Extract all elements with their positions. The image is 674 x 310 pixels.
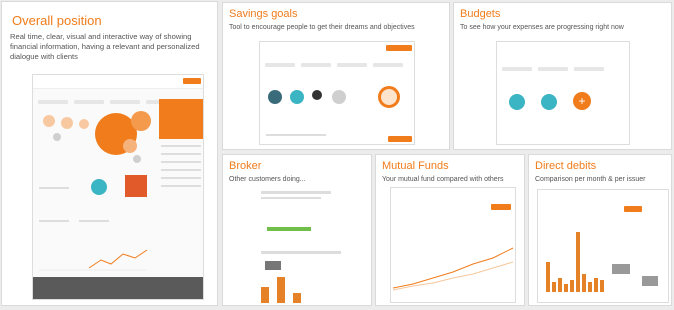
- goal-progress-ring: [378, 86, 400, 108]
- overall-position-description: Real time, clear, visual and interactive…: [10, 32, 200, 61]
- budgets-subtitle: To see how your expenses are progressing…: [460, 24, 624, 31]
- overall-position-title: Overall position: [12, 13, 102, 28]
- savings-goals-title: Savings goals: [229, 8, 298, 20]
- budgets-card[interactable]: Budgets To see how your expenses are pro…: [453, 2, 672, 150]
- goal-icon-1: [268, 90, 282, 104]
- direct-debits-title: Direct debits: [535, 160, 597, 172]
- budgets-title: Budgets: [460, 8, 501, 20]
- goal-icon-2: [290, 90, 304, 104]
- broker-card[interactable]: Broker Other customers doing...: [222, 154, 372, 306]
- fund-comparison-chart: [393, 247, 514, 291]
- savings-goals-subtitle: Tool to encourage people to get their dr…: [229, 24, 415, 31]
- header-button: [183, 78, 201, 84]
- direct-debits-subtitle: Comparison per month & per issuer: [535, 176, 646, 183]
- overall-position-screenshot: [32, 74, 204, 300]
- add-goal-icon: [332, 90, 346, 104]
- budget-icon-1: [509, 94, 525, 110]
- savings-goals-screenshot: [259, 41, 415, 145]
- direct-debits-card[interactable]: Direct debits Comparison per month & per…: [528, 154, 672, 306]
- mutual-funds-subtitle: Your mutual fund compared with others: [382, 176, 504, 183]
- budget-icon-2: [541, 94, 557, 110]
- broker-screenshot: [241, 187, 355, 303]
- broker-subtitle: Other customers doing...: [229, 176, 306, 183]
- add-budget-icon: +: [573, 92, 591, 110]
- mutual-funds-screenshot: [390, 187, 516, 303]
- mutual-funds-title: Mutual Funds: [382, 160, 449, 172]
- mini-line-chart: [39, 249, 148, 271]
- mutual-funds-card[interactable]: Mutual Funds Your mutual fund compared w…: [375, 154, 525, 306]
- broker-title: Broker: [229, 160, 262, 172]
- overall-position-card[interactable]: Overall position Real time, clear, visua…: [1, 1, 218, 306]
- debits-bar-chart: [546, 230, 606, 292]
- budgets-screenshot: +: [496, 41, 630, 145]
- direct-debits-screenshot: [537, 189, 669, 303]
- goal-icon-3: [312, 90, 322, 100]
- savings-goals-card[interactable]: Savings goals Tool to encourage people t…: [222, 2, 450, 150]
